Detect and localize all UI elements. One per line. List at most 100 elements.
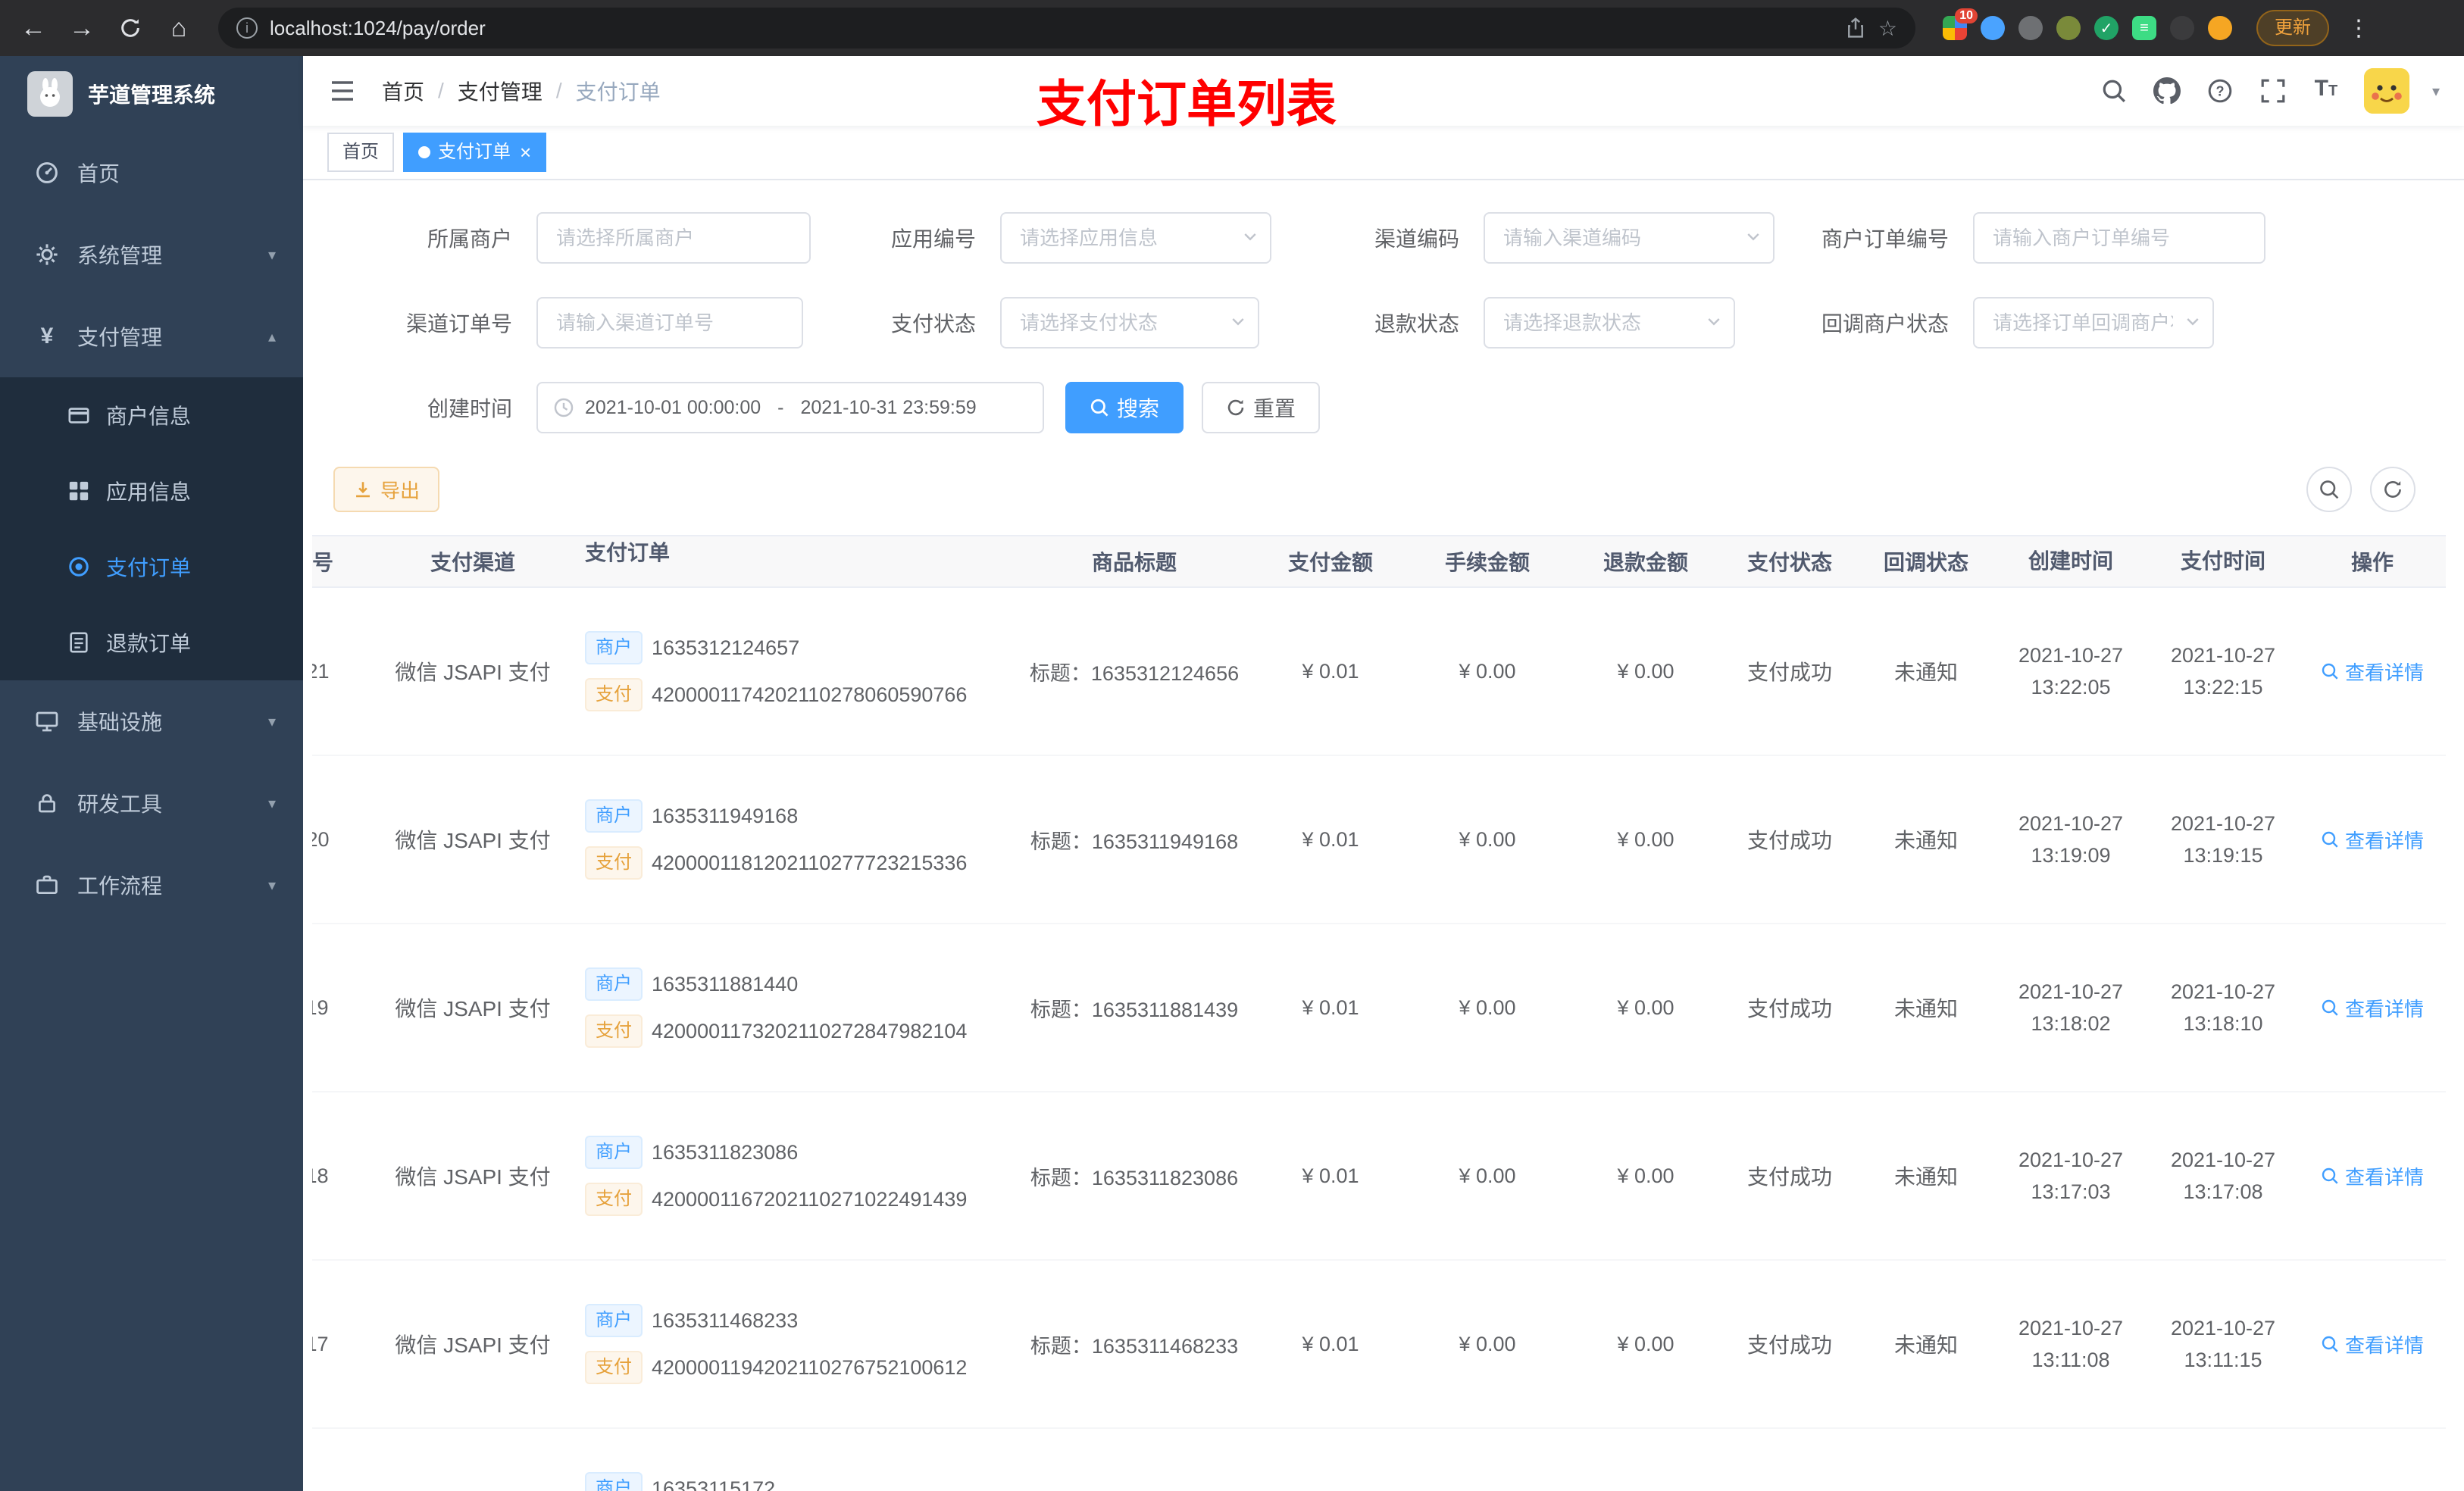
forward-icon[interactable]: → bbox=[64, 10, 100, 46]
cell-channel: 微信 JSAPI 支付 bbox=[395, 1165, 551, 1189]
cell-id: 120 bbox=[312, 827, 330, 851]
export-button[interactable]: 导出 bbox=[333, 467, 440, 512]
filter-input[interactable] bbox=[1484, 297, 1735, 349]
search-button[interactable]: 搜索 bbox=[1065, 382, 1184, 433]
avatar[interactable] bbox=[2363, 68, 2409, 114]
sidebar-item-home[interactable]: 首页 bbox=[0, 132, 303, 214]
extension-icon[interactable]: 10 bbox=[1943, 8, 1978, 40]
merchant-order-no: 16353115172 bbox=[652, 1477, 776, 1491]
filter-label: 应用编号 bbox=[890, 227, 976, 251]
sidebar-item-app-info[interactable]: 应用信息 bbox=[0, 453, 303, 529]
reload-icon[interactable] bbox=[112, 10, 149, 46]
extension-icon[interactable] bbox=[1981, 16, 2005, 40]
home-icon[interactable]: ⌂ bbox=[161, 10, 197, 46]
cell-notify: 未通知 bbox=[1893, 661, 1958, 684]
browser-menu-icon[interactable]: ⋮ bbox=[2347, 15, 2370, 42]
filter-label: 支付状态 bbox=[890, 312, 976, 336]
reset-button[interactable]: 重置 bbox=[1202, 382, 1321, 433]
filter-input[interactable] bbox=[1000, 212, 1271, 264]
extension-icon[interactable] bbox=[2056, 16, 2081, 40]
cell-action: 查看详情 bbox=[2299, 658, 2446, 686]
cell-id: 119 bbox=[312, 996, 329, 1019]
collapse-menu-icon[interactable] bbox=[327, 74, 361, 108]
date-start[interactable]: 2021-10-01 00:00:00 bbox=[585, 397, 761, 419]
sidebar-item-merchant-info[interactable]: 商户信息 bbox=[0, 377, 303, 453]
back-icon[interactable]: ← bbox=[15, 10, 52, 46]
extension-icon[interactable]: ✓ bbox=[2094, 16, 2118, 40]
filter-input[interactable] bbox=[536, 212, 811, 264]
view-detail-link[interactable]: 查看详情 bbox=[2321, 994, 2424, 1022]
merchant-tag: 商户 bbox=[585, 631, 643, 664]
cell-amount: ¥ 0.01 bbox=[1302, 827, 1359, 851]
extension-icon[interactable] bbox=[2018, 16, 2043, 40]
sidebar-item-refund-order[interactable]: 退款订单 bbox=[0, 605, 303, 680]
filter-input[interactable] bbox=[536, 297, 803, 349]
view-detail-link[interactable]: 查看详情 bbox=[2321, 826, 2424, 854]
cell-create-time: 2021-10-27 13:11:08 bbox=[2018, 1317, 2124, 1371]
fullscreen-icon[interactable] bbox=[2258, 76, 2288, 106]
cell-fee: ¥ 0.00 bbox=[1459, 996, 1516, 1019]
chrome-update-button[interactable]: 更新 bbox=[2256, 10, 2329, 46]
filter-input[interactable] bbox=[1484, 212, 1775, 264]
site-info-icon[interactable]: i bbox=[236, 17, 258, 39]
cell-pay-time: 2021-10-27 13:17:08 bbox=[2170, 1149, 2276, 1203]
sidebar-item-workflow[interactable]: 工作流程 ▾ bbox=[0, 844, 303, 926]
view-detail-link[interactable]: 查看详情 bbox=[2321, 1330, 2424, 1358]
filter-input[interactable] bbox=[1000, 297, 1259, 349]
refresh-table-icon[interactable] bbox=[2370, 467, 2416, 512]
url-text[interactable]: localhost:1024/pay/order bbox=[270, 17, 1833, 40]
cell-create-time: 2021-10-27 13:17:03 bbox=[2018, 1149, 2124, 1203]
view-detail-link[interactable]: 查看详情 bbox=[2321, 1162, 2424, 1190]
close-icon[interactable]: × bbox=[520, 142, 531, 162]
cell-refund: ¥ 0.00 bbox=[1617, 996, 1674, 1019]
cell-pay-time: 2021-10-27 13:11:15 bbox=[2170, 1317, 2276, 1371]
extension-icon[interactable] bbox=[2170, 16, 2194, 40]
avatar-caret-icon[interactable]: ▾ bbox=[2432, 82, 2440, 101]
sidebar-item-infrastructure[interactable]: 基础设施 ▾ bbox=[0, 680, 303, 762]
sidebar-item-pay-order[interactable]: 支付订单 bbox=[0, 529, 303, 605]
col-title: 商品标题 bbox=[1091, 551, 1177, 574]
breadcrumb-pay-mgmt[interactable]: 支付管理 bbox=[458, 76, 543, 106]
filter-input[interactable] bbox=[1973, 297, 2214, 349]
url-bar[interactable]: i localhost:1024/pay/order ☆ bbox=[218, 8, 1915, 48]
tab-label: 支付订单 bbox=[438, 142, 511, 162]
cell-pay-time: 2021-10-27 13:19:15 bbox=[2170, 812, 2276, 867]
extension-icon[interactable]: ≡ bbox=[2132, 16, 2156, 40]
breadcrumb-home[interactable]: 首页 bbox=[382, 76, 424, 106]
cell-status: 支付成功 bbox=[1746, 1333, 1832, 1357]
table-toolbar: 导出 bbox=[333, 465, 2464, 514]
tab-pay-order[interactable]: 支付订单 × bbox=[403, 133, 547, 172]
filter-input[interactable] bbox=[1973, 212, 2265, 264]
sidebar-item-payment[interactable]: ¥ 支付管理 ▴ bbox=[0, 295, 303, 377]
sidebar-item-system[interactable]: 系统管理 ▾ bbox=[0, 214, 303, 295]
filter-field: 支付状态 bbox=[779, 295, 1259, 350]
filter-control bbox=[1484, 212, 1775, 264]
logo[interactable]: 芋道管理系统 bbox=[0, 56, 303, 132]
toggle-search-icon[interactable] bbox=[2306, 467, 2352, 512]
breadcrumb-current: 支付订单 bbox=[575, 80, 661, 104]
cell-create-time: 2021-10-27 13:22:05 bbox=[2018, 644, 2124, 699]
bookmark-star-icon[interactable]: ☆ bbox=[1878, 16, 1897, 41]
refresh-icon bbox=[1227, 399, 1244, 416]
sidebar-item-dev-tools[interactable]: 研发工具 ▾ bbox=[0, 762, 303, 844]
github-icon[interactable] bbox=[2152, 76, 2182, 106]
cell-notify: 未通知 bbox=[1893, 997, 1958, 1021]
date-range-input[interactable]: 2021-10-01 00:00:00 - 2021-10-31 23:59:5… bbox=[536, 382, 1044, 433]
font-size-icon[interactable]: TT bbox=[2311, 76, 2341, 106]
cell-action: 查看详情 bbox=[2299, 1162, 2446, 1190]
filter-control bbox=[1973, 212, 2265, 264]
sidebar-submenu-payment: 商户信息 应用信息 支付订单 退款订单 bbox=[0, 377, 303, 680]
document-icon bbox=[67, 631, 91, 654]
filter-label: 退款状态 bbox=[1374, 312, 1459, 336]
yen-icon: ¥ bbox=[40, 324, 54, 349]
search-icon bbox=[2322, 663, 2338, 680]
cell-fee: ¥ 0.00 bbox=[1459, 1164, 1516, 1187]
search-icon[interactable] bbox=[2099, 76, 2129, 106]
help-icon[interactable]: ? bbox=[2205, 76, 2235, 106]
view-detail-link[interactable]: 查看详情 bbox=[2321, 658, 2424, 686]
sidebar-item-label: 工作流程 bbox=[77, 874, 163, 898]
date-end[interactable]: 2021-10-31 23:59:59 bbox=[800, 397, 976, 419]
tab-home[interactable]: 首页 bbox=[327, 133, 394, 172]
share-icon[interactable] bbox=[1845, 17, 1866, 39]
profile-avatar-icon[interactable] bbox=[2208, 16, 2232, 40]
